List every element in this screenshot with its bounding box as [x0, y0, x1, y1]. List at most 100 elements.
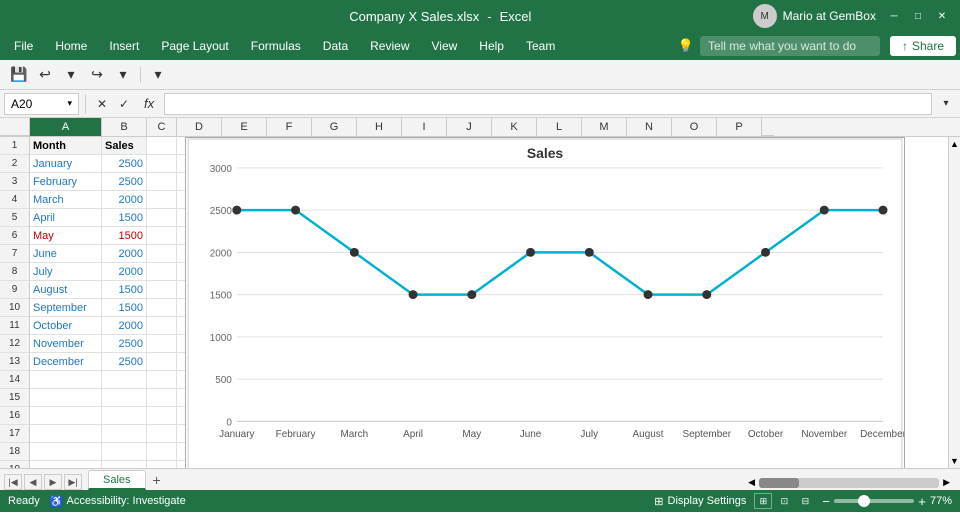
row-num-11[interactable]: 11: [0, 317, 29, 335]
col-header-g[interactable]: G: [312, 118, 357, 136]
cell[interactable]: [147, 281, 177, 299]
cell[interactable]: October: [30, 317, 102, 335]
menu-item-formulas[interactable]: Formulas: [241, 35, 311, 57]
cell[interactable]: November: [30, 335, 102, 353]
row-num-16[interactable]: 16: [0, 407, 29, 425]
redo-button[interactable]: ↪: [86, 64, 108, 86]
cell[interactable]: May: [30, 227, 102, 245]
cell[interactable]: [147, 443, 177, 461]
cell[interactable]: [147, 425, 177, 443]
cell[interactable]: 2000: [102, 317, 147, 335]
col-header-h[interactable]: H: [357, 118, 402, 136]
cell[interactable]: [147, 299, 177, 317]
cell[interactable]: 2500: [102, 173, 147, 191]
cell[interactable]: July: [30, 263, 102, 281]
tab-prev-button[interactable]: ◀: [24, 474, 42, 490]
minimize-button[interactable]: ─: [884, 6, 904, 26]
row-num-10[interactable]: 10: [0, 299, 29, 317]
menu-item-file[interactable]: File: [4, 35, 43, 57]
cell[interactable]: Month: [30, 137, 102, 155]
col-header-a[interactable]: A: [30, 118, 102, 136]
cell[interactable]: 2500: [102, 155, 147, 173]
row-num-12[interactable]: 12: [0, 335, 29, 353]
scroll-up-button[interactable]: ▲: [948, 137, 960, 151]
row-num-2[interactable]: 2: [0, 155, 29, 173]
zoom-in-button[interactable]: +: [918, 494, 926, 509]
col-header-n[interactable]: N: [627, 118, 672, 136]
menu-item-team[interactable]: Team: [516, 35, 565, 57]
tell-me-input[interactable]: [700, 36, 880, 56]
cell[interactable]: December: [30, 353, 102, 371]
formula-input[interactable]: [164, 93, 932, 115]
row-num-17[interactable]: 17: [0, 425, 29, 443]
row-num-19[interactable]: 19: [0, 461, 29, 468]
undo-dropdown[interactable]: ▾: [60, 64, 82, 86]
share-button[interactable]: ↑ Share: [890, 36, 956, 56]
maximize-button[interactable]: □: [908, 6, 928, 26]
cell[interactable]: [147, 155, 177, 173]
cell-ref-dropdown[interactable]: ▾: [67, 98, 72, 109]
row-num-3[interactable]: 3: [0, 173, 29, 191]
col-header-j[interactable]: J: [447, 118, 492, 136]
scroll-down-button[interactable]: ▼: [948, 454, 960, 468]
cell[interactable]: [147, 461, 177, 468]
cell[interactable]: [147, 191, 177, 209]
display-settings[interactable]: ⊞ Display Settings: [654, 495, 746, 508]
cell[interactable]: [147, 353, 177, 371]
cell[interactable]: [102, 443, 147, 461]
cell[interactable]: 1500: [102, 281, 147, 299]
vertical-scrollbar[interactable]: ▲ ▼: [948, 137, 960, 468]
cell[interactable]: [30, 389, 102, 407]
formula-expand-icon[interactable]: ▾: [936, 94, 956, 114]
cell[interactable]: [147, 371, 177, 389]
cancel-formula-icon[interactable]: ✕: [92, 94, 112, 114]
cell[interactable]: [147, 389, 177, 407]
cell[interactable]: [147, 137, 177, 155]
cell[interactable]: 1500: [102, 209, 147, 227]
col-header-k[interactable]: K: [492, 118, 537, 136]
row-num-14[interactable]: 14: [0, 371, 29, 389]
cell[interactable]: March: [30, 191, 102, 209]
cell[interactable]: 1500: [102, 299, 147, 317]
menu-item-help[interactable]: Help: [469, 35, 514, 57]
col-header-p[interactable]: P: [717, 118, 762, 136]
cell[interactable]: January: [30, 155, 102, 173]
cell[interactable]: 2500: [102, 353, 147, 371]
menu-item-home[interactable]: Home: [45, 35, 97, 57]
cell[interactable]: [102, 425, 147, 443]
row-num-9[interactable]: 9: [0, 281, 29, 299]
page-layout-view-button[interactable]: ⊡: [775, 493, 793, 509]
cell[interactable]: [147, 209, 177, 227]
col-header-m[interactable]: M: [582, 118, 627, 136]
menu-item-review[interactable]: Review: [360, 35, 419, 57]
horizontal-scrollbar[interactable]: ◀ ▶: [746, 475, 952, 490]
cell[interactable]: [30, 461, 102, 468]
page-break-view-button[interactable]: ⊟: [796, 493, 814, 509]
menu-item-view[interactable]: View: [422, 35, 468, 57]
save-button[interactable]: 💾: [8, 64, 30, 86]
customize-qat-button[interactable]: ▾: [147, 64, 169, 86]
zoom-level[interactable]: 77%: [930, 495, 952, 507]
row-num-13[interactable]: 13: [0, 353, 29, 371]
cell[interactable]: [147, 407, 177, 425]
cell[interactable]: [147, 173, 177, 191]
cell[interactable]: August: [30, 281, 102, 299]
row-num-6[interactable]: 6: [0, 227, 29, 245]
add-sheet-button[interactable]: +: [147, 470, 167, 490]
col-header-l[interactable]: L: [537, 118, 582, 136]
scroll-thumb-horizontal[interactable]: [759, 478, 799, 488]
cell[interactable]: [147, 317, 177, 335]
cell[interactable]: February: [30, 173, 102, 191]
cell[interactable]: [30, 371, 102, 389]
zoom-out-button[interactable]: −: [822, 494, 830, 509]
cell[interactable]: [30, 425, 102, 443]
tab-first-button[interactable]: |◀: [4, 474, 22, 490]
cell[interactable]: September: [30, 299, 102, 317]
zoom-slider[interactable]: [834, 499, 914, 503]
cell[interactable]: [102, 389, 147, 407]
menu-item-data[interactable]: Data: [313, 35, 358, 57]
accessibility-status[interactable]: ♿ Accessibility: Investigate: [50, 495, 186, 508]
tab-next-button[interactable]: ▶: [44, 474, 62, 490]
cell[interactable]: April: [30, 209, 102, 227]
row-num-7[interactable]: 7: [0, 245, 29, 263]
